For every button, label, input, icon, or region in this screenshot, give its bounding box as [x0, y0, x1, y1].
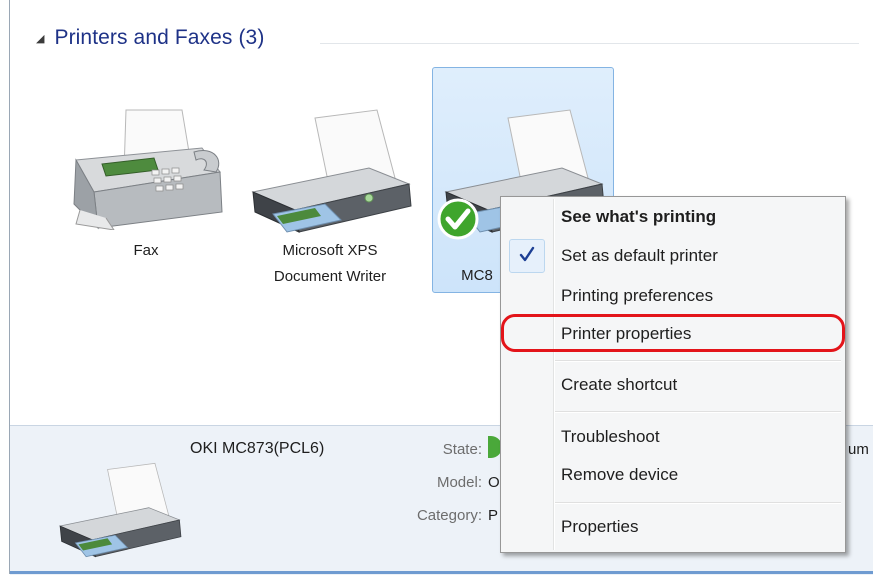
context-menu: See what's printing Set as default print… [500, 196, 846, 553]
menu-item-set-default-printer[interactable]: Set as default printer [561, 246, 718, 266]
fax-machine-icon [73, 109, 223, 230]
group-title: Printers and Faxes (3) [54, 26, 265, 49]
device-label-line1: Microsoft XPS [282, 242, 378, 259]
state-label: State: [442, 441, 482, 458]
model-label: Model: [436, 474, 482, 491]
highlight-annotation [501, 314, 845, 352]
menu-item-remove-device[interactable]: Remove device [561, 465, 678, 485]
group-header[interactable]: ◢ Printers and Faxes (3) [36, 26, 264, 50]
menu-item-see-whats-printing[interactable]: See what's printing [561, 207, 716, 227]
menu-item-printing-preferences[interactable]: Printing preferences [561, 286, 713, 306]
device-xps-writer[interactable]: Microsoft XPS Document Writer [240, 100, 420, 290]
model-value: O [488, 474, 500, 491]
group-divider [320, 43, 859, 44]
menu-item-troubleshoot[interactable]: Troubleshoot [561, 427, 660, 447]
printer-icon [58, 462, 182, 558]
window-left-edge [0, 0, 10, 574]
device-label: Fax [133, 242, 159, 259]
details-device-name: OKI MC873(PCL6) [190, 440, 325, 457]
menu-item-create-shortcut[interactable]: Create shortcut [561, 375, 677, 395]
default-check-badge-icon [437, 198, 479, 240]
printer-icon [251, 109, 412, 233]
category-label: Category: [416, 507, 482, 524]
menu-separator [555, 502, 841, 504]
category-value: P [488, 507, 499, 524]
menu-separator [555, 411, 841, 413]
device-fax[interactable]: Fax [40, 100, 252, 270]
state-value: um [848, 441, 869, 458]
menu-separator [555, 360, 841, 362]
checkmark-icon [519, 246, 535, 262]
collapse-triangle-icon[interactable]: ◢ [36, 32, 44, 45]
menu-item-properties[interactable]: Properties [561, 517, 638, 537]
